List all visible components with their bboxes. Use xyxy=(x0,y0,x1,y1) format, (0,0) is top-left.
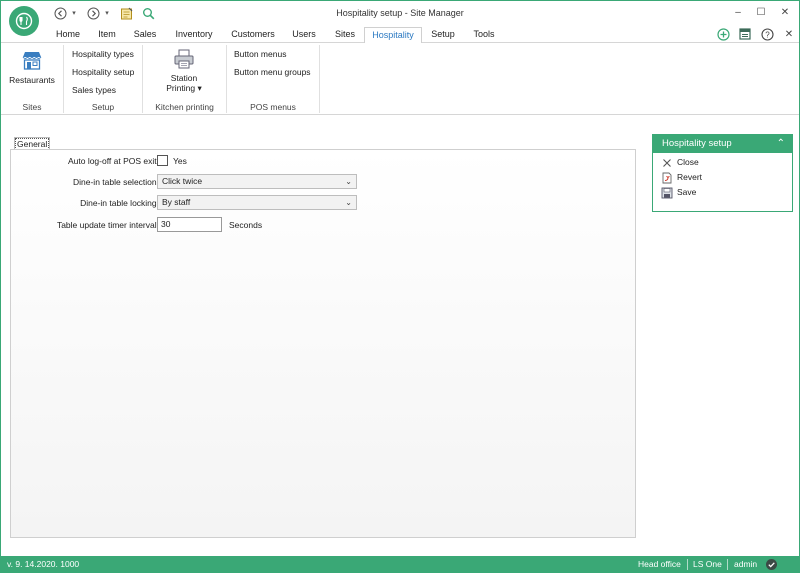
tab-users[interactable]: Users xyxy=(282,27,326,43)
save-icon xyxy=(661,187,673,199)
revert-action-label: Revert xyxy=(677,172,703,182)
chevron-down-icon: ▾ xyxy=(197,83,202,93)
panel-icon[interactable] xyxy=(738,27,752,41)
table-selection-label: Dine-in table selection: xyxy=(73,177,159,187)
ribbon-group-sites: Restaurants Sites xyxy=(1,43,63,115)
chevron-down-icon: ⌄ xyxy=(345,198,352,207)
title-bar: ▾ ▾ Hospitality setup - Site Manager – ☐… xyxy=(1,1,799,25)
menu-bar: Home Item Sales Inventory Customers User… xyxy=(1,27,799,44)
button-menu-groups-button[interactable]: Button menu groups xyxy=(234,67,311,77)
printer-icon xyxy=(173,48,195,70)
close-icon[interactable]: ✕ xyxy=(782,27,796,41)
ribbon-group-kitchen-printing: Station Printing ▾ Kitchen printing xyxy=(143,43,226,115)
tab-customers[interactable]: Customers xyxy=(224,27,282,43)
revert-action[interactable]: Revert xyxy=(661,171,702,184)
group-label-sites: Sites xyxy=(22,102,42,112)
timer-interval-label: Table update timer interval: xyxy=(56,220,159,230)
svg-text:?: ? xyxy=(765,30,770,39)
window-title: Hospitality setup - Site Manager xyxy=(336,8,464,18)
status-bar: v. 9. 14.2020. 1000 Head office LS One a… xyxy=(1,556,799,573)
table-locking-value: By staff xyxy=(162,197,191,207)
close-action-label: Close xyxy=(677,157,699,167)
close-x-icon xyxy=(661,157,673,169)
table-selection-dropdown[interactable]: Click twice ⌄ xyxy=(157,174,357,189)
tab-item[interactable]: Item xyxy=(88,27,126,43)
button-menus-button[interactable]: Button menus xyxy=(234,49,286,59)
close-action[interactable]: Close xyxy=(661,156,699,169)
help-icon[interactable]: ? xyxy=(760,27,774,41)
product-text: LS One xyxy=(693,559,722,569)
revert-icon xyxy=(661,172,673,184)
hospitality-setup-panel: Hospitality setup ⌃ Close Revert Save xyxy=(652,134,793,212)
ribbon-group-pos-menus: Button menus Button menu groups POS menu… xyxy=(227,43,319,115)
maximize-button[interactable]: ☐ xyxy=(752,4,770,20)
hospitality-types-button[interactable]: Hospitality types xyxy=(72,49,134,59)
tab-sales[interactable]: Sales xyxy=(126,27,164,43)
auto-logoff-checkbox-label: Yes xyxy=(173,156,187,166)
tab-home[interactable]: Home xyxy=(48,27,88,43)
side-panel-header[interactable]: Hospitality setup ⌃ xyxy=(653,135,792,153)
location-text: Head office xyxy=(638,559,681,569)
app-window: ▾ ▾ Hospitality setup - Site Manager – ☐… xyxy=(0,0,800,573)
auto-logoff-checkbox[interactable] xyxy=(157,155,168,166)
save-action-label: Save xyxy=(677,187,697,197)
add-icon[interactable] xyxy=(716,27,730,41)
user-text: admin xyxy=(734,559,758,569)
hospitality-setup-button[interactable]: Hospitality setup xyxy=(72,67,134,77)
ribbon: Restaurants Sites Hospitality types Hosp… xyxy=(1,43,799,115)
auto-logoff-label: Auto log-off at POS exit: xyxy=(67,156,159,166)
app-logo-icon[interactable] xyxy=(9,6,39,36)
timer-interval-unit: Seconds xyxy=(229,220,263,230)
ribbon-divider xyxy=(319,45,320,113)
tab-hospitality[interactable]: Hospitality xyxy=(364,27,422,44)
side-panel-title: Hospitality setup xyxy=(662,138,732,149)
restaurants-button[interactable]: Restaurants xyxy=(4,49,60,85)
timer-interval-input[interactable]: 30 xyxy=(157,217,222,232)
minimize-button[interactable]: – xyxy=(729,4,747,20)
ribbon-group-setup: Hospitality types Hospitality setup Sale… xyxy=(64,43,142,115)
tab-sites[interactable]: Sites xyxy=(326,27,364,43)
table-locking-label: Dine-in table locking: xyxy=(80,198,159,208)
settings-panel: Auto log-off at POS exit: Yes Dine-in ta… xyxy=(10,149,636,538)
station-printing-button[interactable]: Station Printing ▾ xyxy=(153,48,215,94)
restaurants-label: Restaurants xyxy=(9,75,55,85)
status-divider xyxy=(687,559,688,570)
status-divider xyxy=(727,559,728,570)
tab-setup[interactable]: Setup xyxy=(422,27,464,43)
close-window-button[interactable]: ✕ xyxy=(776,4,794,20)
group-label-setup: Setup xyxy=(91,102,115,112)
chevron-down-icon: ⌄ xyxy=(345,177,352,186)
tab-inventory[interactable]: Inventory xyxy=(164,27,224,43)
table-locking-dropdown[interactable]: By staff ⌄ xyxy=(157,195,357,210)
station-printing-label-line1: Station xyxy=(170,73,198,83)
station-printing-label-line2: Printing xyxy=(166,83,196,93)
group-label-pos-menus: POS menus xyxy=(250,102,296,112)
table-selection-value: Click twice xyxy=(162,176,203,186)
connection-status-icon xyxy=(765,558,778,573)
tab-tools[interactable]: Tools xyxy=(464,27,504,43)
version-text: v. 9. 14.2020. 1000 xyxy=(7,559,80,569)
sales-types-button[interactable]: Sales types xyxy=(72,85,116,95)
save-action[interactable]: Save xyxy=(661,186,696,199)
chevron-up-icon[interactable]: ⌃ xyxy=(777,135,785,153)
group-label-kitchen-printing: Kitchen printing xyxy=(155,102,214,112)
restaurant-icon xyxy=(21,49,43,71)
